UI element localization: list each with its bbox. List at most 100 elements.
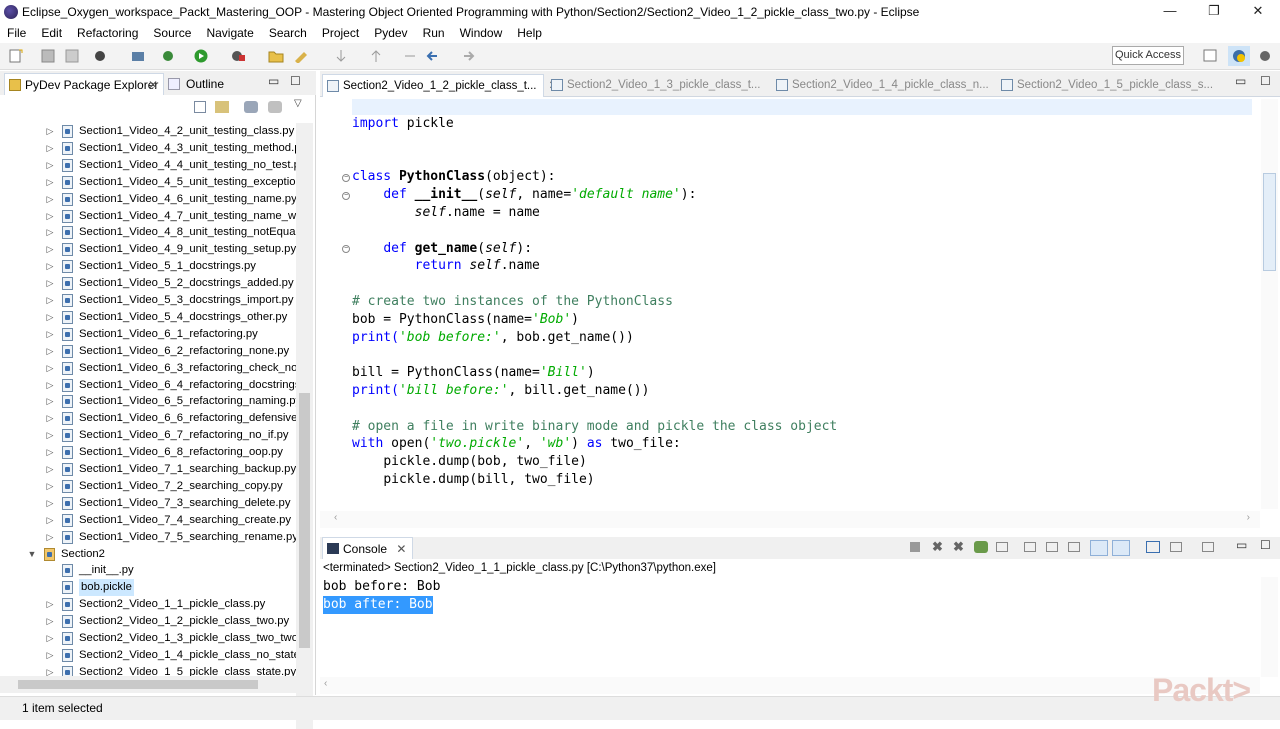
remove-launch-icon[interactable]: ✖ [932,539,943,555]
tree-item[interactable]: ▷ Section1_Video_6_1_refactoring.py [0,326,298,343]
tree-item[interactable]: ▷ Section1_Video_5_1_docstrings.py [0,258,298,275]
external-tools-icon[interactable] [130,49,146,63]
expand-down-icon[interactable]: ▼ [27,546,37,563]
tab-section2-video-1-4[interactable]: Section2_Video_1_4_pickle_class_n... [772,74,994,97]
bug-icon[interactable] [160,49,176,63]
quick-access-field[interactable]: Quick Access [1112,46,1184,65]
word-wrap-icon[interactable] [1046,542,1058,552]
debug-icon[interactable] [92,49,108,63]
console-vertical-scrollbar[interactable] [1261,577,1278,677]
expand-right-icon[interactable]: ▷ [45,123,55,140]
expand-right-icon[interactable]: ▷ [45,427,55,444]
next-annotation-icon[interactable] [333,49,349,63]
expand-right-icon[interactable]: ▷ [45,343,55,360]
expand-right-icon[interactable]: ▷ [45,360,55,377]
scrollbar-thumb[interactable] [299,393,310,648]
open-perspective-icon[interactable] [1200,46,1222,66]
tree-item[interactable]: ▷ Section1_Video_6_5_refactoring_naming.p… [0,393,298,410]
view-menu-icon[interactable]: ▽ [294,98,302,109]
menu-project[interactable]: Project [315,26,367,40]
tree-item[interactable]: ▷ Section1_Video_7_5_searching_rename.py [0,529,298,546]
minimize-editor-icon[interactable]: ▭ [1235,74,1246,88]
tree-item[interactable]: ▷ Section1_Video_6_8_refactoring_oop.py [0,444,298,461]
tree-item[interactable]: ▷ Section1_Video_7_1_searching_backup.py [0,461,298,478]
back-icon[interactable] [425,49,441,63]
fold-toggle-icon[interactable]: − [342,174,350,182]
expand-right-icon[interactable]: ▷ [45,478,55,495]
tree-vertical-scrollbar[interactable] [296,123,313,729]
expand-right-icon[interactable]: ▷ [45,512,55,529]
pin-console-icon[interactable] [1112,540,1130,556]
tree-item[interactable]: ▷ Section1_Video_6_6_refactoring_defensiv… [0,410,298,427]
tree-item[interactable]: ▷ Section2_Video_1_1_pickle_class.py [0,596,298,613]
expand-right-icon[interactable]: ▷ [45,157,55,174]
expand-right-icon[interactable]: ▷ [45,377,55,394]
tree-item[interactable]: ▷ Section1_Video_6_2_refactoring_none.py [0,343,298,360]
menu-pydev[interactable]: Pydev [367,26,415,40]
tree-item[interactable]: ▷ Section1_Video_7_4_searching_create.py [0,512,298,529]
expand-right-icon[interactable]: ▷ [45,258,55,275]
terminate-icon[interactable] [910,542,920,552]
run-icon[interactable] [193,49,209,63]
tree-item[interactable]: __init__.py [0,562,298,579]
tree-item[interactable]: ▷ Section2_Video_1_4_pickle_class_no_stat… [0,647,298,664]
menu-run[interactable]: Run [416,26,453,40]
expand-right-icon[interactable]: ▷ [45,613,55,630]
tree-item[interactable]: ▷ Section2_Video_1_3_pickle_class_two_two… [0,630,298,647]
show-stderr-icon[interactable] [1090,540,1108,556]
menu-window[interactable]: Window [453,26,511,40]
maximize-view-icon[interactable]: ☐ [290,74,301,88]
scroll-left-icon[interactable]: ‹ [334,512,337,523]
tab-outline[interactable]: Outline [168,73,268,95]
tree-item[interactable]: ▷ Section2_Video_1_2_pickle_class_two.py [0,613,298,630]
tab-section2-video-1-3[interactable]: Section2_Video_1_3_pickle_class_t... [547,74,769,97]
tree-item[interactable]: ▷ Section1_Video_4_4_unit_testing_no_test… [0,157,298,174]
menu-source[interactable]: Source [146,26,199,40]
tab-console[interactable]: Console ✕ [322,537,414,559]
remove-all-icon[interactable]: ✖ [953,539,964,555]
forward-icon[interactable] [460,49,476,63]
expand-right-icon[interactable]: ▷ [45,174,55,191]
menu-help[interactable]: Help [510,26,550,40]
expand-right-icon[interactable]: ▷ [45,444,55,461]
maximize-view-icon[interactable]: ☐ [1260,538,1271,552]
expand-right-icon[interactable]: ▷ [45,309,55,326]
scroll-right-icon[interactable]: › [1247,512,1250,523]
debug-perspective-icon[interactable] [1254,46,1276,66]
expand-right-icon[interactable]: ▷ [45,529,55,546]
expand-right-icon[interactable]: ▷ [45,393,55,410]
tree-item[interactable]: ▷ Section1_Video_5_2_docstrings_added.py [0,275,298,292]
tree-item[interactable]: ▷ Section1_Video_4_9_unit_testing_setup.p… [0,241,298,258]
tab-section2-video-1-2[interactable]: Section2_Video_1_2_pickle_class_t...✕ [322,74,558,97]
expand-right-icon[interactable]: ▷ [45,191,55,208]
tree-item[interactable]: ▷ Section1_Video_6_4_refactoring_docstrin… [0,377,298,394]
expand-right-icon[interactable]: ▷ [45,596,55,613]
menu-edit[interactable]: Edit [34,26,70,40]
editor-vertical-scrollbar[interactable] [1261,99,1278,509]
code-text[interactable]: import pickle class PythonClass(object):… [352,115,837,489]
open-folder-icon[interactable] [268,49,284,63]
tree-item[interactable]: ▷ Section1_Video_7_3_searching_delete.py [0,495,298,512]
save-all-icon[interactable] [64,49,80,63]
tree-item[interactable]: ▷ Section1_Video_4_7_unit_testing_name_wr… [0,208,298,225]
close-icon[interactable]: ✕ [396,542,406,556]
scroll-left-icon[interactable]: ‹ [324,678,327,689]
expand-right-icon[interactable]: ▷ [45,461,55,478]
pen-icon[interactable] [293,49,309,63]
clear-console-icon[interactable] [996,542,1008,552]
expand-right-icon[interactable]: ▷ [45,495,55,512]
tree-item[interactable]: ▷ Section1_Video_5_4_docstrings_other.py [0,309,298,326]
menu-search[interactable]: Search [262,26,315,40]
tab-pydev-package-explorer[interactable]: PyDev Package Explorer ✕ [4,73,164,95]
customize-view-icon[interactable] [268,101,282,113]
tab-section2-video-1-5[interactable]: Section2_Video_1_5_pickle_class_s... [997,74,1219,97]
console-horizontal-scrollbar[interactable]: ‹ [320,677,1260,694]
save-icon[interactable] [40,49,56,63]
filters-icon[interactable] [244,101,258,113]
new-icon[interactable] [8,49,24,63]
new-console-icon[interactable] [1202,542,1214,552]
maximize-button[interactable]: ❐ [1192,0,1236,23]
tree-item[interactable]: ▷ Section1_Video_7_2_searching_copy.py [0,478,298,495]
scrollbar-thumb[interactable] [1263,173,1276,271]
tree-item[interactable]: ▷ Section1_Video_4_3_unit_testing_method.… [0,140,298,157]
